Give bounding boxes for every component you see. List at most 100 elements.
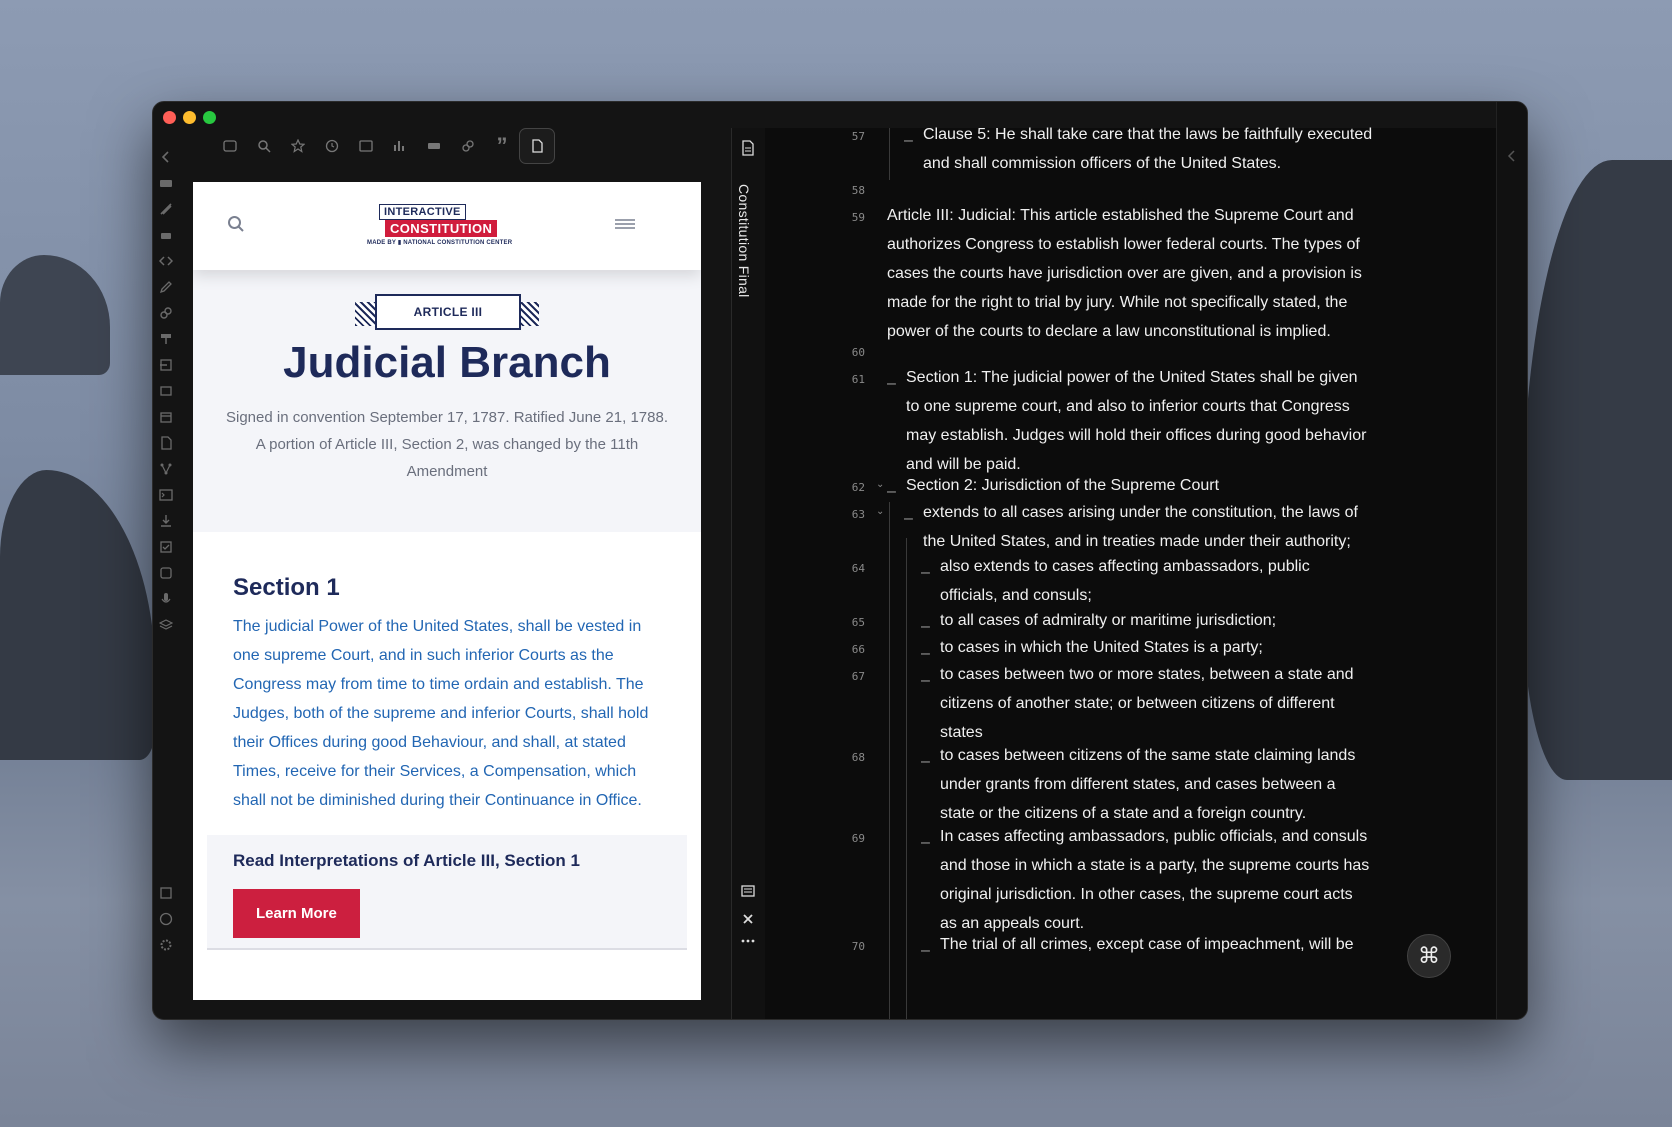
keyboard-icon[interactable] (159, 176, 173, 190)
paint-roller-icon[interactable] (159, 332, 173, 346)
web-page-panel: INTERACTIVE CONSTITUTION MADE BY ▮ NATIO… (193, 182, 701, 1000)
pen-tool-icon[interactable] (159, 202, 173, 216)
image-icon[interactable] (159, 384, 173, 398)
help-desk-icon[interactable] (159, 886, 173, 900)
indent-guide (889, 502, 890, 1019)
line-text: In cases affecting ambassadors, public o… (940, 828, 1370, 932)
bullet-dash: – (921, 672, 930, 689)
background-rock-right (1522, 160, 1672, 780)
interpretations-box: Read Interpretations of Article III, Sec… (207, 835, 687, 950)
search-icon[interactable] (227, 215, 245, 233)
layers-icon[interactable] (159, 618, 173, 632)
checklist-icon[interactable] (159, 540, 173, 554)
learn-more-button[interactable]: Learn More (233, 889, 360, 938)
calendar-icon[interactable] (159, 410, 173, 424)
background-rock-left (0, 255, 110, 375)
pencil-icon[interactable] (159, 280, 173, 294)
logo-made-by: MADE BY ▮ NATIONAL CONSTITUTION CENTER (367, 240, 513, 246)
bullet-dash: – (921, 753, 930, 770)
article-ribbon: ARTICLE III (355, 294, 539, 330)
line-number: 70 (851, 940, 865, 953)
article-hero: ARTICLE III Judicial Branch Signed in co… (193, 270, 701, 532)
line-text: to cases in which the United States is a… (940, 639, 1263, 656)
chevron-left-icon[interactable] (159, 150, 173, 164)
help-icon[interactable] (159, 912, 173, 926)
document-tab-strip: Constitution Final (731, 128, 766, 1019)
zoom-window-button[interactable] (203, 111, 216, 124)
chart-icon[interactable] (383, 129, 417, 163)
minimize-window-button[interactable] (183, 111, 196, 124)
interpretations-title: Read Interpretations of Article III, Sec… (233, 851, 580, 870)
keyboard-icon[interactable] (417, 129, 451, 163)
import-icon[interactable] (159, 358, 173, 372)
signed-note: Signed in convention September 17, 1787.… (226, 409, 668, 480)
section-1: Section 1 The judicial Power of the Unit… (193, 532, 701, 815)
line-text: The trial of all crimes, except case of … (940, 936, 1354, 953)
page-title: Judicial Branch (283, 338, 611, 387)
line-number: 60 (851, 346, 865, 359)
fold-chevron-icon[interactable]: ⌄ (876, 479, 886, 490)
text-editor[interactable]: 57 – Clause 5: He shall take care that t… (765, 126, 1497, 1019)
article-label: ARTICLE III (375, 294, 521, 330)
line-number: 61 (851, 373, 865, 386)
browser-toolbar: ” (213, 128, 555, 164)
line-text: extends to all cases arising under the c… (923, 504, 1358, 550)
chevron-left-icon[interactable] (1506, 150, 1518, 162)
line-number: 69 (851, 832, 865, 845)
line-number: 67 (851, 670, 865, 683)
line-text: Clause 5: He shall take care that the la… (923, 126, 1373, 172)
link-icon[interactable] (451, 129, 485, 163)
bullet-dash: – (904, 510, 913, 527)
section-heading: Section 1 (233, 574, 340, 601)
line-number: 65 (851, 616, 865, 629)
hamburger-menu-icon[interactable] (615, 218, 635, 230)
line-text: Article III: Judicial: This article esta… (887, 207, 1362, 340)
indent-guide (889, 128, 890, 180)
bullet-dash: – (921, 834, 930, 851)
microphone-icon[interactable] (159, 592, 173, 606)
file-icon[interactable] (159, 436, 173, 450)
document-icon[interactable] (519, 128, 555, 164)
site-header: INTERACTIVE CONSTITUTION MADE BY ▮ NATIO… (193, 182, 701, 270)
line-text: to all cases of admiralty or maritime ju… (940, 612, 1277, 629)
logo-constitution: CONSTITUTION (385, 220, 498, 237)
command-palette-button[interactable]: ⌘ (1407, 934, 1451, 978)
activity-icon[interactable] (349, 129, 383, 163)
close-window-button[interactable] (163, 111, 176, 124)
line-number: 68 (851, 751, 865, 764)
document-tab-title[interactable]: Constitution Final (736, 184, 752, 298)
line-number: 66 (851, 643, 865, 656)
line-number: 58 (851, 184, 865, 197)
background-rock-left-lower (0, 470, 155, 760)
eraser-icon[interactable] (159, 228, 173, 242)
outline-icon[interactable] (741, 884, 755, 898)
quote-icon[interactable]: ” (485, 129, 519, 163)
section-body[interactable]: The judicial Power of the United States,… (233, 612, 661, 815)
close-icon[interactable] (742, 913, 754, 925)
terminal-icon[interactable] (159, 488, 173, 502)
indent-guide (906, 538, 907, 1019)
bullet-dash: – (921, 618, 930, 635)
bullet-dash: – (887, 483, 896, 500)
clock-icon[interactable] (315, 129, 349, 163)
dice-icon[interactable] (159, 566, 173, 580)
document-icon[interactable] (741, 140, 755, 156)
code-icon[interactable] (159, 254, 173, 268)
download-icon[interactable] (159, 514, 173, 528)
settings-icon[interactable] (159, 938, 173, 952)
line-text: to cases between two or more states, bet… (940, 666, 1354, 741)
line-text: also extends to cases affecting ambassad… (940, 558, 1310, 604)
link-icon[interactable] (159, 306, 173, 320)
site-logo[interactable]: INTERACTIVE CONSTITUTION MADE BY ▮ NATIO… (367, 204, 519, 250)
more-icon[interactable] (741, 938, 755, 944)
branch-icon[interactable] (159, 462, 173, 476)
inbox-icon[interactable] (213, 129, 247, 163)
bullet-dash: – (921, 942, 930, 959)
bullet-dash: – (904, 132, 913, 149)
bullet-dash: – (887, 375, 896, 392)
star-icon[interactable] (281, 129, 315, 163)
fold-chevron-icon[interactable]: ⌄ (876, 506, 886, 517)
line-number: 63 (851, 508, 865, 521)
search-icon[interactable] (247, 129, 281, 163)
left-tool-rail (153, 142, 175, 1019)
